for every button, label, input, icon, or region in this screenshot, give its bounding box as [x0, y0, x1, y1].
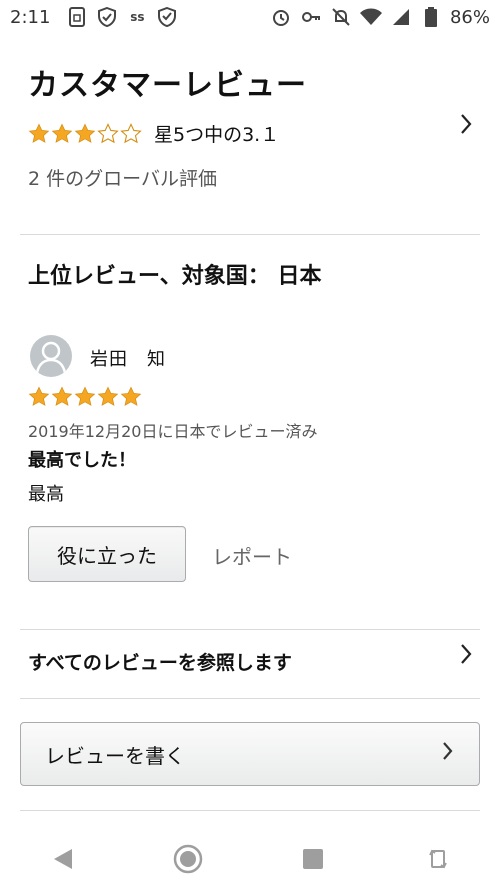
star-full-icon: [74, 123, 96, 143]
rating-row[interactable]: 星5つ中の3.１: [28, 120, 279, 147]
star-empty-icon: [120, 122, 142, 143]
back-icon[interactable]: [43, 839, 83, 879]
write-review-label: レビューを書く: [45, 743, 185, 768]
alarm-icon: [270, 6, 292, 28]
chevron-right-icon: [441, 739, 455, 769]
review-title: 最高でした！: [28, 450, 136, 471]
chevron-right-icon[interactable]: [458, 642, 474, 673]
shield-icon: [96, 6, 118, 28]
rotate-icon[interactable]: [418, 839, 458, 879]
page-title: カスタマーレビュー: [28, 68, 307, 103]
helpful-button[interactable]: 役に立った: [28, 526, 186, 582]
report-link[interactable]: レポート: [212, 541, 292, 570]
battery-percent: 86%: [449, 6, 490, 28]
star-full-icon: [97, 386, 119, 406]
chevron-right-icon[interactable]: [458, 112, 474, 143]
battery-icon: [420, 6, 442, 28]
vpn-icon: ss: [130, 10, 145, 24]
top-reviews-title: 上位レビュー、対象国： 日本: [28, 264, 322, 289]
android-nav-bar: [0, 829, 500, 889]
signal-icon: [390, 6, 412, 28]
star-full-icon: [51, 123, 73, 143]
status-bar: 2:11 ss 86%: [0, 0, 500, 34]
recents-icon[interactable]: [293, 839, 333, 879]
star-full-icon: [74, 386, 96, 406]
divider: [20, 810, 480, 811]
sim-icon: [66, 6, 88, 28]
mute-icon: [330, 6, 352, 28]
status-left: 2:11 ss: [10, 6, 178, 28]
check-shield-icon: [156, 6, 178, 28]
avatar: [30, 335, 72, 377]
user-icon: [35, 341, 67, 374]
star-empty-icon: [97, 122, 119, 143]
reviewer-name[interactable]: 岩田 知: [90, 345, 166, 371]
rating-text: 星5つ中の3.１: [154, 124, 280, 146]
divider: [20, 629, 480, 630]
review-stars: [28, 386, 142, 408]
status-right: 86%: [270, 6, 490, 28]
review-body: 最高: [28, 484, 64, 505]
star-full-icon: [120, 386, 142, 406]
divider: [20, 234, 480, 235]
average-stars: [28, 122, 142, 145]
write-review-button[interactable]: レビューを書く: [20, 722, 480, 786]
home-icon[interactable]: [168, 839, 208, 879]
star-full-icon: [28, 123, 50, 143]
clock: 2:11: [10, 6, 51, 28]
star-full-icon: [51, 386, 73, 406]
review-date: 2019年12月20日に日本でレビュー済み: [28, 422, 318, 441]
star-full-icon: [28, 386, 50, 406]
key-icon: [300, 6, 322, 28]
divider: [20, 698, 480, 699]
see-all-reviews-link[interactable]: すべてのレビューを参照します: [28, 648, 292, 675]
wifi-icon: [359, 6, 382, 28]
global-ratings-count: 2 件のグローバル評価: [28, 168, 217, 190]
